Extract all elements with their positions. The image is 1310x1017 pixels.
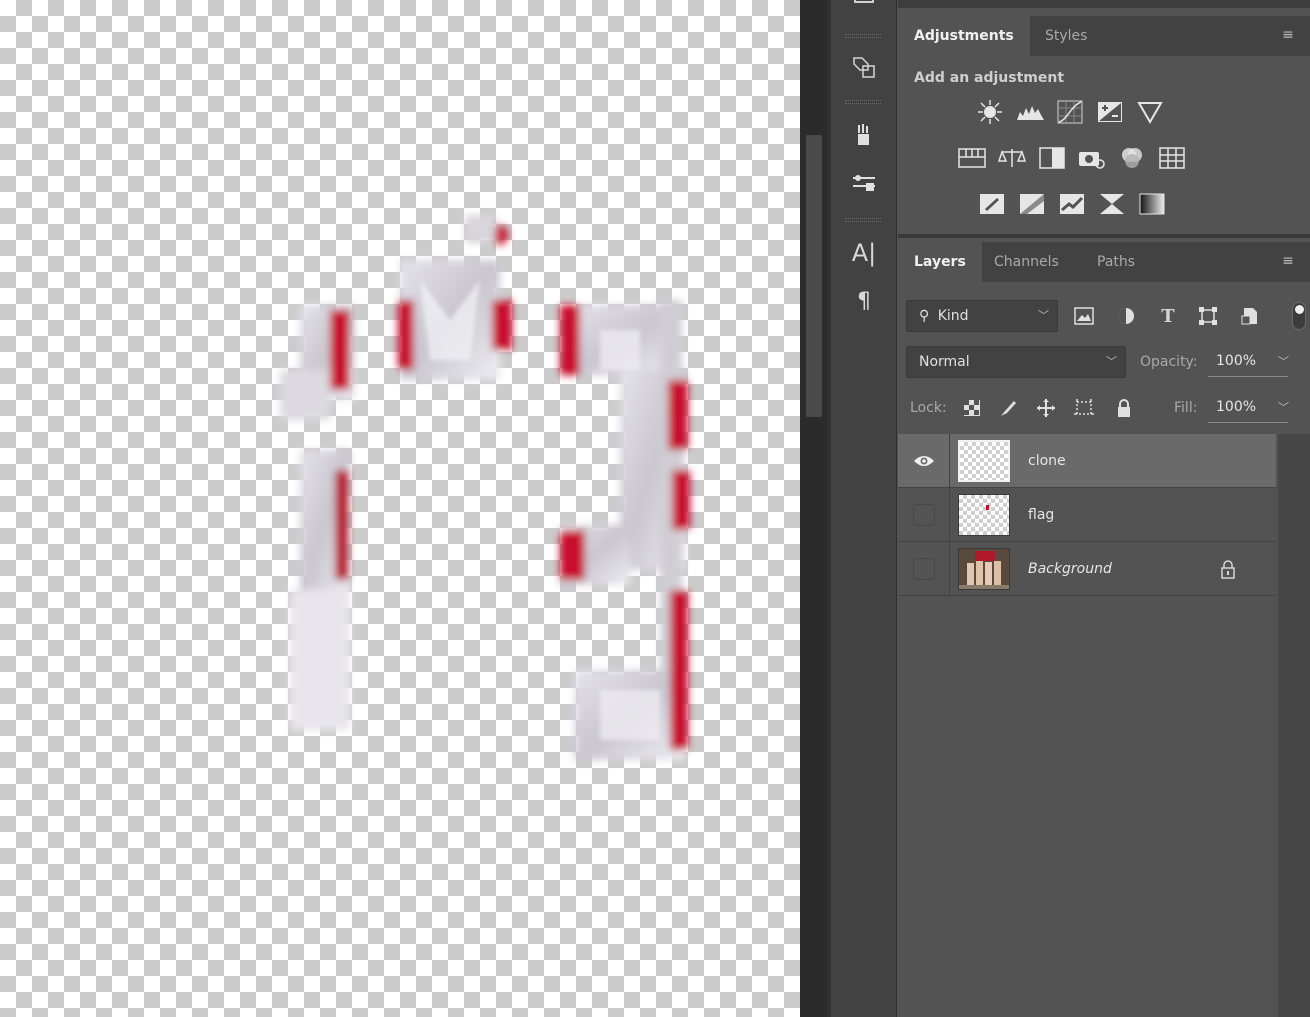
visibility-toggle[interactable] bbox=[898, 542, 950, 596]
brush-presets-icon[interactable] bbox=[847, 120, 881, 150]
layer-name: flag bbox=[1028, 507, 1055, 523]
gradient-map-icon[interactable] bbox=[1138, 190, 1166, 218]
layer-list: clone flag Background bbox=[898, 434, 1278, 596]
lock-row: Lock: Fill: 100% ﹀ bbox=[906, 392, 1306, 424]
hidden-visibility-box bbox=[912, 504, 935, 526]
lock-all-icon[interactable] bbox=[1112, 396, 1136, 420]
curves-icon[interactable] bbox=[1056, 98, 1084, 126]
posterize-icon[interactable] bbox=[1018, 190, 1046, 218]
adjustment-icons-row-3 bbox=[978, 190, 1166, 218]
eye-icon bbox=[913, 456, 934, 466]
panel-menu-icon[interactable]: ≡ bbox=[1280, 28, 1296, 42]
chevron-down-icon: ﹀ bbox=[1106, 355, 1117, 368]
layer-row-flag[interactable]: flag bbox=[898, 488, 1276, 542]
visibility-toggle[interactable] bbox=[898, 434, 950, 488]
layer-row-clone[interactable]: clone bbox=[898, 434, 1276, 488]
color-balance-icon[interactable] bbox=[998, 144, 1026, 172]
dock-grip[interactable] bbox=[845, 34, 881, 38]
chevron-down-icon[interactable]: ﹀ bbox=[1278, 346, 1289, 378]
adjustment-layer-filter-icon[interactable] bbox=[1114, 304, 1138, 328]
pixel-layer-filter-icon[interactable] bbox=[1072, 304, 1096, 328]
canvas-vertical-scrollbar[interactable] bbox=[800, 0, 828, 1017]
smart-object-filter-icon[interactable] bbox=[1238, 304, 1262, 328]
dock-grip[interactable] bbox=[845, 218, 881, 222]
chevron-down-icon: ﹀ bbox=[1038, 309, 1049, 322]
tab-layers[interactable]: Layers bbox=[898, 242, 982, 282]
invert-icon[interactable] bbox=[978, 190, 1006, 218]
layer-name: Background bbox=[1028, 561, 1112, 577]
vibrance-icon[interactable] bbox=[1136, 98, 1164, 126]
scrollbar-thumb[interactable] bbox=[806, 135, 822, 417]
exposure-icon[interactable] bbox=[1096, 98, 1124, 126]
color-lookup-icon[interactable] bbox=[1158, 144, 1186, 172]
tab-styles[interactable]: Styles bbox=[1029, 16, 1103, 56]
adjustments-body: Add an adjustment bbox=[898, 62, 1310, 234]
panel-top-strip bbox=[898, 0, 1310, 8]
layers-scrollbar[interactable] bbox=[1278, 434, 1310, 1017]
lock-artboard-icon[interactable] bbox=[1072, 396, 1096, 420]
dock-grip[interactable] bbox=[845, 100, 881, 104]
filter-toggle[interactable] bbox=[1292, 302, 1306, 330]
adjustment-icons-row-1 bbox=[976, 98, 1164, 126]
blend-mode-value: Normal bbox=[919, 354, 970, 370]
levels-icon[interactable] bbox=[1016, 98, 1044, 126]
paragraph-panel-icon[interactable]: ¶ bbox=[847, 286, 881, 316]
fill-input[interactable]: 100% bbox=[1208, 392, 1288, 423]
blend-mode-select[interactable]: Normal ﹀ bbox=[906, 346, 1126, 378]
tab-paths[interactable]: Paths bbox=[1081, 242, 1151, 282]
selective-color-icon[interactable] bbox=[1098, 190, 1126, 218]
adjustments-title: Add an adjustment bbox=[914, 70, 1065, 86]
collapsed-panel-icon[interactable] bbox=[847, 0, 881, 12]
opacity-input[interactable]: 100% bbox=[1208, 346, 1288, 377]
threshold-icon[interactable] bbox=[1058, 190, 1086, 218]
panel-menu-icon[interactable]: ≡ bbox=[1280, 254, 1296, 268]
hue-saturation-icon[interactable] bbox=[958, 144, 986, 172]
layer-thumbnail-photo bbox=[958, 548, 1010, 590]
properties-icon[interactable] bbox=[847, 168, 881, 198]
layer-name: clone bbox=[1028, 453, 1066, 469]
clone-source-icon[interactable] bbox=[847, 52, 881, 82]
panel-dock-strip: A| ¶ bbox=[831, 0, 897, 1017]
adjustments-tabbar: Adjustments Styles ≡ bbox=[898, 16, 1310, 56]
panel-divider bbox=[898, 234, 1310, 238]
layer-thumbnail bbox=[958, 494, 1010, 536]
canvas-artwork bbox=[280, 215, 690, 760]
layers-tabbar: Layers Channels Paths ≡ bbox=[898, 242, 1310, 282]
layer-filter-row: ⚲ Kind ﹀ T bbox=[906, 300, 1306, 332]
filter-kind-select[interactable]: ⚲ Kind ﹀ bbox=[906, 300, 1058, 332]
photo-filter-icon[interactable] bbox=[1078, 144, 1106, 172]
hidden-visibility-box bbox=[912, 558, 935, 580]
search-icon: ⚲ bbox=[919, 308, 930, 324]
lock-transparent-pixels-icon[interactable] bbox=[960, 396, 984, 420]
opacity-label: Opacity: bbox=[1140, 354, 1198, 370]
layers-body: ⚲ Kind ﹀ T Normal ﹀ Opacity: 100% ﹀ Lock… bbox=[898, 284, 1310, 1017]
visibility-toggle[interactable] bbox=[898, 488, 950, 542]
layer-row-background[interactable]: Background bbox=[898, 542, 1276, 596]
right-panels: Adjustments Styles ≡ Add an adjustment L… bbox=[898, 0, 1310, 1017]
chevron-down-icon[interactable]: ﹀ bbox=[1278, 392, 1289, 424]
layer-thumbnail bbox=[958, 440, 1010, 482]
filter-kind-label: Kind bbox=[937, 308, 969, 324]
lock-position-icon[interactable] bbox=[1034, 396, 1058, 420]
tab-adjustments[interactable]: Adjustments bbox=[898, 16, 1030, 56]
character-panel-icon[interactable]: A| bbox=[847, 238, 881, 268]
layer-lock-icon[interactable] bbox=[1220, 559, 1240, 579]
type-layer-filter-icon[interactable]: T bbox=[1156, 304, 1180, 328]
blend-row: Normal ﹀ Opacity: 100% ﹀ bbox=[906, 346, 1306, 378]
lock-label: Lock: bbox=[910, 400, 947, 416]
lock-image-pixels-icon[interactable] bbox=[996, 396, 1020, 420]
channel-mixer-icon[interactable] bbox=[1118, 144, 1146, 172]
shape-layer-filter-icon[interactable] bbox=[1196, 304, 1220, 328]
tab-channels[interactable]: Channels bbox=[978, 242, 1075, 282]
document-canvas[interactable] bbox=[0, 0, 800, 1017]
adjustment-icons-row-2 bbox=[958, 144, 1186, 172]
black-white-icon[interactable] bbox=[1038, 144, 1066, 172]
brightness-contrast-icon[interactable] bbox=[976, 98, 1004, 126]
fill-label: Fill: bbox=[1174, 400, 1198, 416]
